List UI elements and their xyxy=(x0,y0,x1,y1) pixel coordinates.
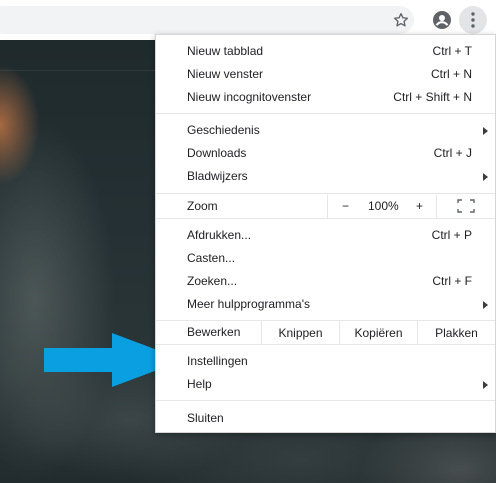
star-icon[interactable] xyxy=(391,10,411,30)
menu-item-label: Casten... xyxy=(187,251,236,265)
menu-item-label: Instellingen xyxy=(187,354,248,368)
menu-item-label: Help xyxy=(187,377,212,391)
menu-item-shortcut: Ctrl + Shift + N xyxy=(393,90,472,104)
menu-item-history[interactable]: Geschiedenis xyxy=(156,119,495,142)
paste-button[interactable]: Plakken xyxy=(417,321,495,344)
zoom-out-button[interactable]: − xyxy=(342,199,349,213)
submenu-arrow-icon xyxy=(483,173,488,181)
menu-item-zoom: Zoom − 100% + xyxy=(156,195,495,218)
menu-item-print[interactable]: Afdrukken... Ctrl + P xyxy=(156,224,495,247)
menu-item-shortcut: Ctrl + F xyxy=(432,274,472,288)
menu-item-bookmarks[interactable]: Bladwijzers xyxy=(156,165,495,188)
menu-item-help[interactable]: Help xyxy=(156,373,495,396)
menu-item-label: Zoeken... xyxy=(187,274,238,288)
menu-item-label: Sluiten xyxy=(187,411,224,425)
menu-item-label: Bladwijzers xyxy=(187,169,248,183)
menu-item-more-tools[interactable]: Meer hulpprogramma's xyxy=(156,293,495,316)
zoom-label: Zoom xyxy=(187,199,218,213)
star-icon-glyph xyxy=(393,13,409,27)
menu-item-new-window[interactable]: Nieuw venster Ctrl + N xyxy=(156,63,495,86)
zoom-divider xyxy=(436,195,437,218)
menu-separator xyxy=(156,400,495,401)
copy-button[interactable]: Kopiëren xyxy=(339,321,417,344)
chrome-main-menu: Nieuw tabblad Ctrl + T Nieuw venster Ctr… xyxy=(155,34,496,433)
menu-separator xyxy=(156,218,495,219)
submenu-arrow-icon xyxy=(483,381,488,389)
menu-item-label: Downloads xyxy=(187,146,247,160)
menu-item-new-tab[interactable]: Nieuw tabblad Ctrl + T xyxy=(156,40,495,63)
menu-separator xyxy=(156,344,495,345)
menu-item-label: Nieuw venster xyxy=(187,67,264,81)
menu-item-shortcut: Ctrl + J xyxy=(433,146,472,160)
menu-item-shortcut: Ctrl + P xyxy=(431,228,472,242)
account-icon[interactable] xyxy=(432,10,452,30)
fullscreen-icon[interactable] xyxy=(457,199,475,213)
zoom-in-button[interactable]: + xyxy=(416,199,423,213)
menu-item-label: Nieuw tabblad xyxy=(187,44,264,58)
submenu-arrow-icon xyxy=(483,127,488,135)
menu-item-new-incognito-window[interactable]: Nieuw incognitovenster Ctrl + Shift + N xyxy=(156,86,495,109)
zoom-level: 100% xyxy=(368,199,399,213)
edit-label: Bewerken xyxy=(187,325,241,339)
menu-item-shortcut: Ctrl + T xyxy=(432,44,472,58)
copy-button-label: Kopiëren xyxy=(354,325,403,340)
kebab-menu-icon[interactable] xyxy=(459,6,487,34)
menu-item-downloads[interactable]: Downloads Ctrl + J xyxy=(156,142,495,165)
menu-item-settings[interactable]: Instellingen xyxy=(156,350,495,373)
menu-item-edit: Bewerken Knippen Kopiëren Plakken xyxy=(156,321,495,344)
kebab-dots xyxy=(471,12,475,28)
menu-item-exit[interactable]: Sluiten xyxy=(156,407,495,430)
cut-button[interactable]: Knippen xyxy=(261,321,339,344)
cut-button-label: Knippen xyxy=(278,325,323,340)
account-icon-glyph xyxy=(433,11,451,29)
address-bar[interactable] xyxy=(0,6,414,34)
menu-separator xyxy=(156,193,495,194)
menu-item-label: Geschiedenis xyxy=(187,123,260,137)
menu-item-label: Afdrukken... xyxy=(187,228,252,242)
menu-item-cast[interactable]: Casten... xyxy=(156,247,495,270)
submenu-arrow-icon xyxy=(483,301,488,309)
paste-button-label: Plakken xyxy=(435,325,478,340)
menu-item-shortcut: Ctrl + N xyxy=(430,67,472,81)
menu-item-find[interactable]: Zoeken... Ctrl + F xyxy=(156,270,495,293)
menu-item-label: Meer hulpprogramma's xyxy=(187,297,311,311)
menu-separator xyxy=(156,113,495,114)
menu-item-label: Nieuw incognitovenster xyxy=(187,90,312,104)
zoom-divider xyxy=(327,195,328,218)
